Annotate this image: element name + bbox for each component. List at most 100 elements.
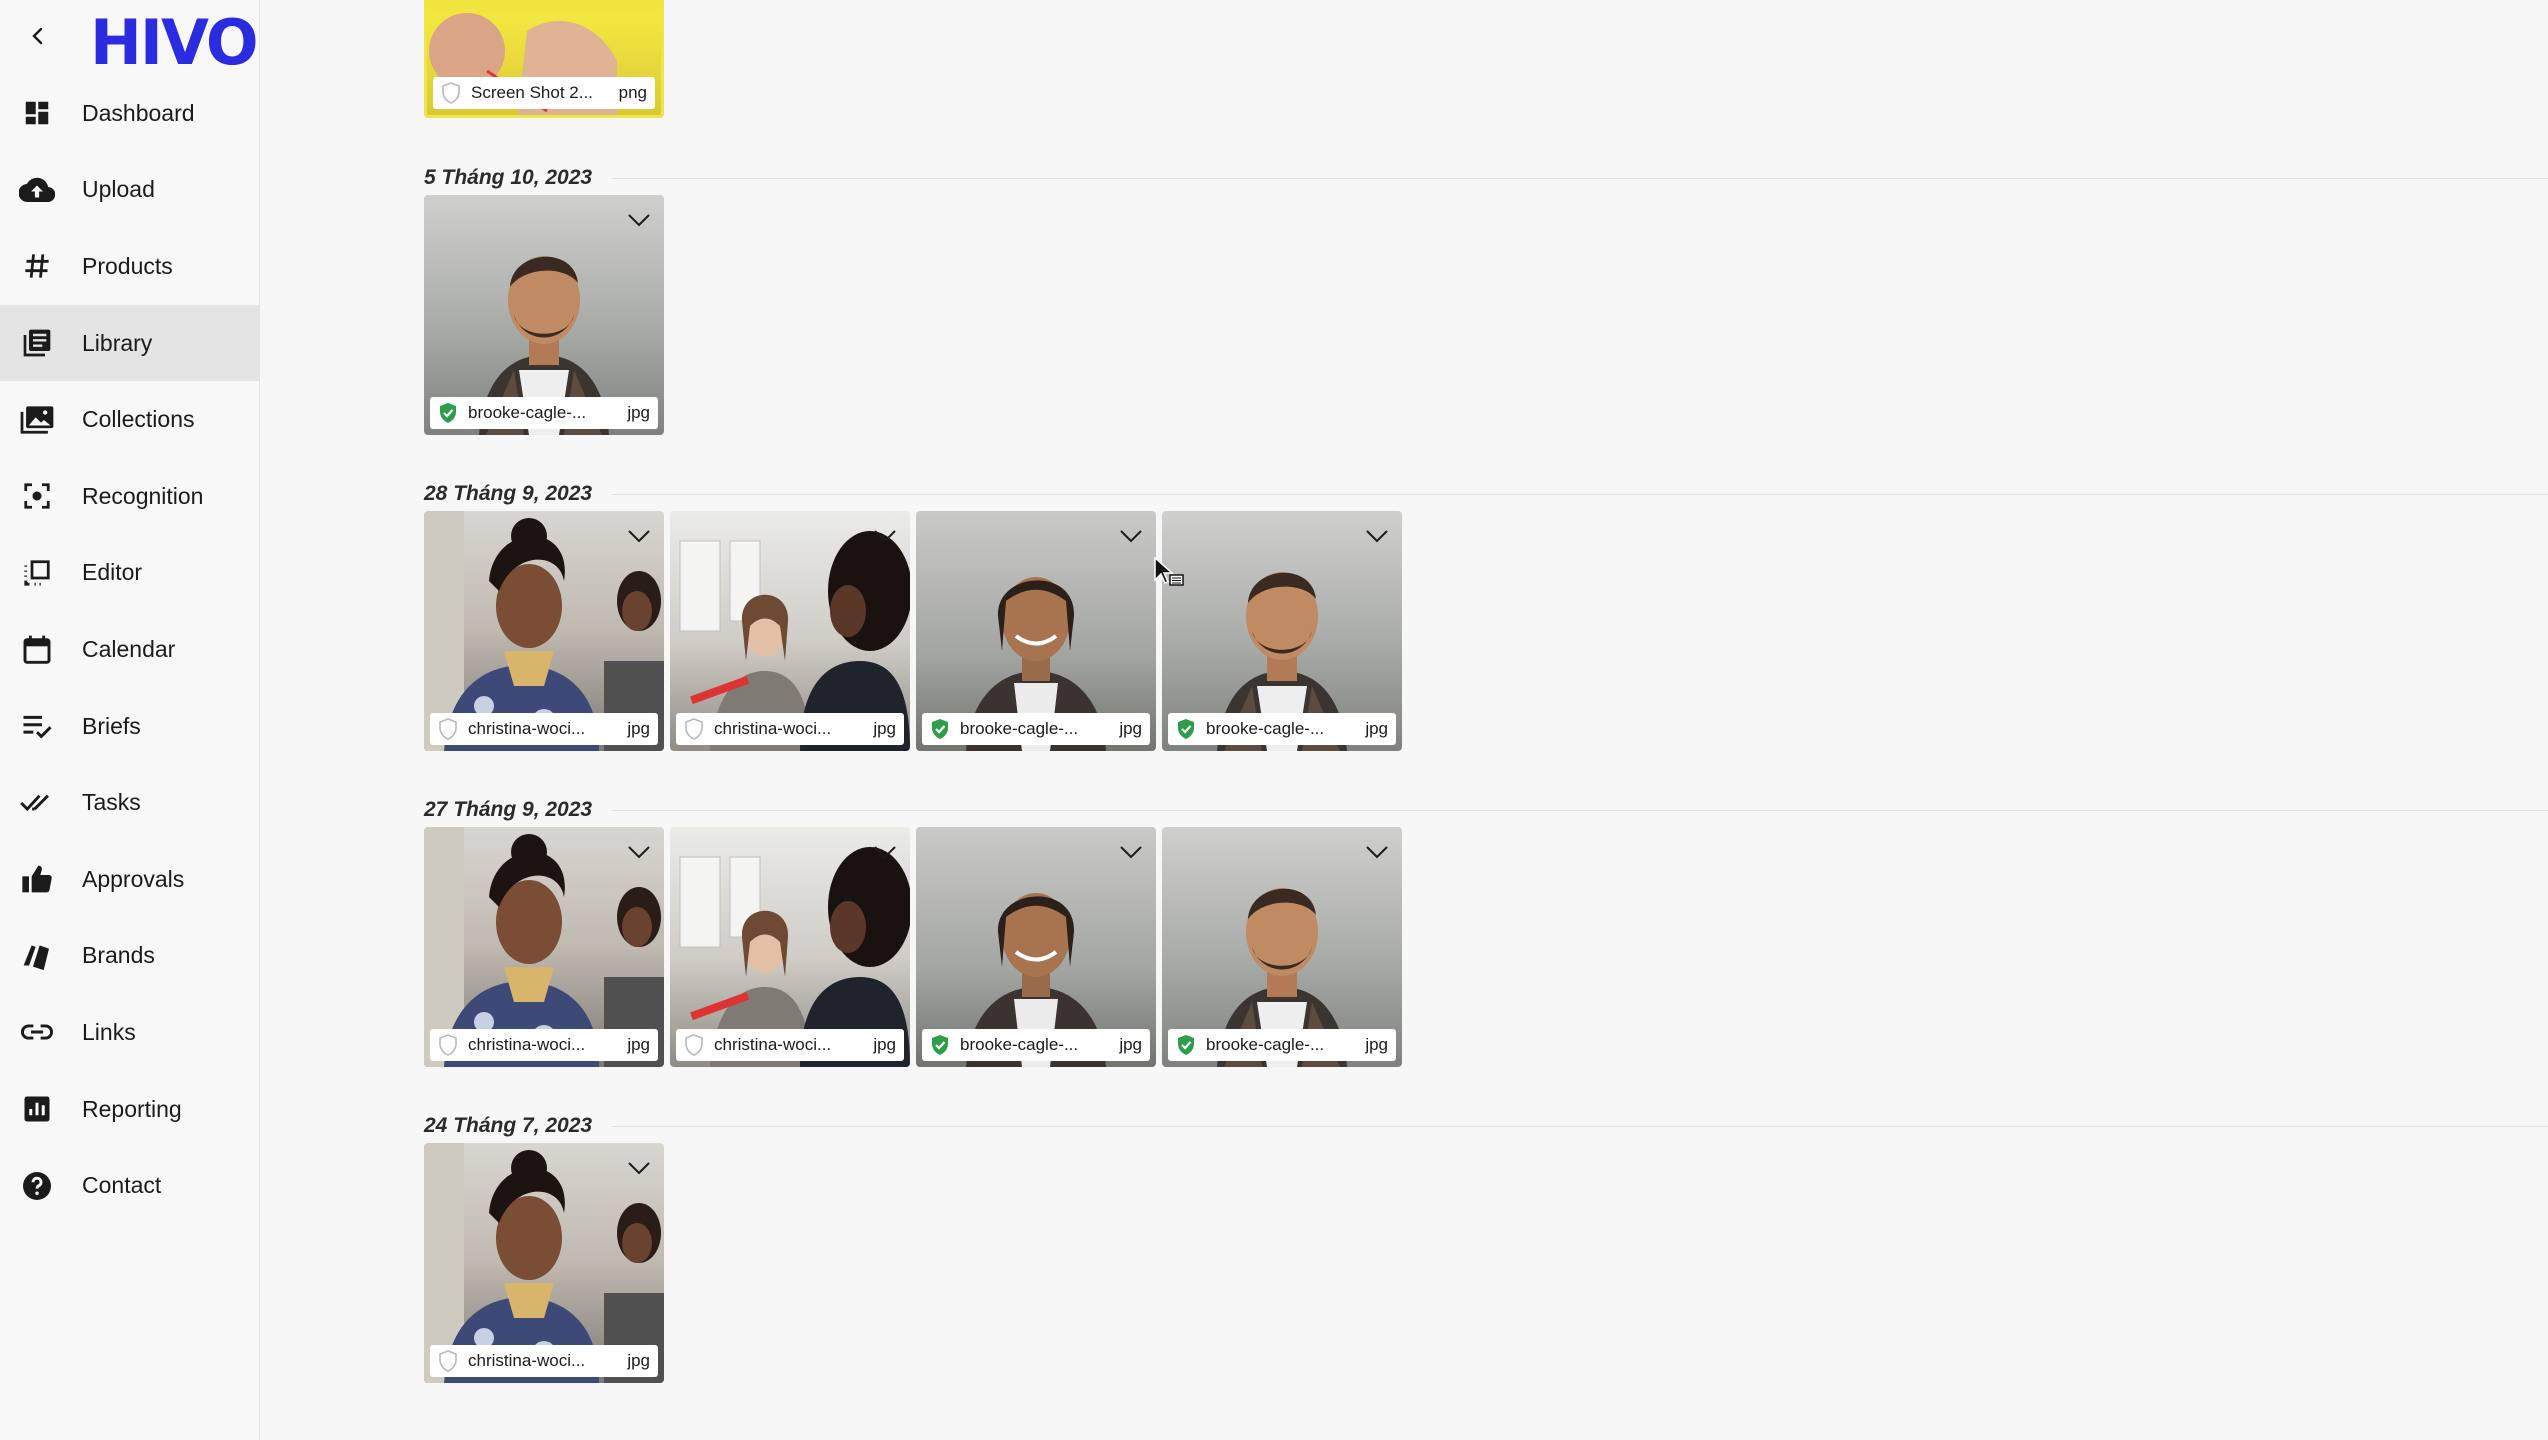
- sidebar-item-recognition[interactable]: Recognition: [0, 458, 260, 535]
- reporting-icon: [18, 1090, 56, 1128]
- date-group-header: 28 Tháng 9, 2023: [424, 482, 2548, 506]
- link-icon: [18, 1013, 56, 1051]
- file-thumbnail[interactable]: brooke-cagle-... jpg: [1162, 511, 1402, 751]
- sidebar-item-contact[interactable]: Contact: [0, 1147, 260, 1224]
- sidebar-item-tasks[interactable]: Tasks: [0, 764, 260, 841]
- file-label: christina-woci... jpg: [676, 1029, 904, 1061]
- thumbnail-menu-button[interactable]: [870, 837, 900, 867]
- divider: [612, 493, 2548, 495]
- file-thumbnail[interactable]: christina-woci... jpg: [670, 827, 910, 1067]
- sidebar-item-label: Calendar: [82, 635, 176, 662]
- shield-check-icon: [440, 403, 456, 423]
- thumbnail-menu-button[interactable]: [870, 521, 900, 551]
- thumbnail-menu-button[interactable]: [624, 837, 654, 867]
- thumb-row: christina-woci... jpg: [424, 1143, 664, 1383]
- sidebar-nav: Dashboard Upload Products Library Collec…: [0, 75, 260, 1224]
- file-name: christina-woci...: [714, 719, 832, 738]
- chevron-down-icon: [1120, 530, 1142, 543]
- shield-check-icon: [932, 719, 948, 739]
- file-label: christina-woci... jpg: [430, 713, 658, 745]
- file-extension: jpg: [1365, 1035, 1388, 1054]
- sidebar-item-briefs[interactable]: Briefs: [0, 688, 260, 765]
- date-group-header: 27 Tháng 9, 2023: [424, 798, 2548, 822]
- sidebar-item-label: Library: [82, 329, 153, 356]
- file-thumbnail[interactable]: christina-woci... jpg: [424, 827, 664, 1067]
- file-extension: png: [618, 83, 647, 102]
- file-thumbnail[interactable]: brooke-cagle-... jpg: [424, 195, 664, 435]
- sidebar-item-calendar[interactable]: Calendar: [0, 611, 260, 688]
- sidebar-item-label: Contact: [82, 1172, 162, 1199]
- chevron-down-icon: [874, 530, 896, 543]
- sidebar-item-brands[interactable]: Brands: [0, 918, 260, 995]
- file-thumbnail[interactable]: brooke-cagle-... jpg: [1162, 827, 1402, 1067]
- file-thumbnail[interactable]: Screen Shot 2... png: [424, 0, 664, 118]
- help-icon: [18, 1167, 56, 1205]
- chevron-down-icon: [1366, 846, 1388, 859]
- sidebar-item-collections[interactable]: Collections: [0, 381, 260, 458]
- sidebar-item-products[interactable]: Products: [0, 228, 260, 305]
- file-thumbnail[interactable]: christina-woci... jpg: [424, 511, 664, 751]
- thumbs-up-icon: [18, 860, 56, 898]
- file-extension: jpg: [627, 719, 650, 738]
- briefs-icon: [18, 707, 56, 745]
- chevron-left-icon: [32, 27, 43, 45]
- tasks-icon: [18, 784, 56, 822]
- file-thumbnail[interactable]: christina-woci... jpg: [424, 1143, 664, 1383]
- thumb-row-top: Screen Shot 2... png: [424, 0, 664, 118]
- sidebar-item-editor[interactable]: Editor: [0, 535, 260, 612]
- date-group-title: 5 Tháng 10, 2023: [424, 166, 593, 189]
- thumbnail-menu-button[interactable]: [1362, 837, 1392, 867]
- sidebar-item-label: Recognition: [82, 482, 204, 509]
- library-icon: [18, 324, 56, 362]
- shield-check-icon: [1178, 1035, 1194, 1055]
- file-thumbnail[interactable]: christina-woci... jpg: [670, 511, 910, 751]
- chevron-down-icon: [874, 846, 896, 859]
- divider: [612, 177, 2548, 179]
- back-button[interactable]: [22, 20, 54, 52]
- thumbnail-menu-button[interactable]: [1116, 521, 1146, 551]
- sidebar-item-label: Links: [82, 1018, 136, 1045]
- chevron-down-icon: [628, 214, 650, 227]
- sidebar-item-label: Briefs: [82, 712, 141, 739]
- sidebar-item-approvals[interactable]: Approvals: [0, 841, 260, 918]
- mouse-cursor-icon: [1154, 556, 1184, 586]
- date-group-header: 5 Tháng 10, 2023: [424, 166, 2548, 190]
- sidebar-item-label: Brands: [82, 942, 155, 969]
- sidebar-item-label: Collections: [82, 406, 195, 433]
- sidebar-item-library[interactable]: Library: [0, 304, 260, 382]
- sidebar-item-dashboard[interactable]: Dashboard: [0, 75, 260, 152]
- thumbnail-menu-button[interactable]: [624, 521, 654, 551]
- thumbnail-menu-button[interactable]: [1362, 521, 1392, 551]
- chevron-down-icon: [628, 530, 650, 543]
- file-extension: jpg: [627, 403, 650, 422]
- sidebar-item-reporting[interactable]: Reporting: [0, 1071, 260, 1148]
- chevron-down-icon: [1120, 846, 1142, 859]
- date-group-title: 28 Tháng 9, 2023: [424, 482, 593, 505]
- thumbnail-menu-button[interactable]: [1116, 837, 1146, 867]
- divider: [612, 1125, 2548, 1127]
- file-thumbnail[interactable]: brooke-cagle-... jpg: [916, 511, 1156, 751]
- date-group-title: 24 Tháng 7, 2023: [424, 1114, 593, 1137]
- chevron-down-icon: [628, 1162, 650, 1175]
- sidebar-item-links[interactable]: Links: [0, 994, 260, 1071]
- collections-icon: [18, 401, 56, 439]
- sidebar: HIVO Dashboard Upload Products Library C…: [0, 0, 260, 1440]
- logo[interactable]: HIVO: [90, 6, 259, 79]
- file-label: brooke-cagle-... jpg: [922, 713, 1150, 745]
- shield-outline-icon: [439, 718, 457, 740]
- file-extension: jpg: [873, 1035, 896, 1054]
- file-name: brooke-cagle-...: [960, 719, 1079, 738]
- file-extension: jpg: [627, 1351, 650, 1370]
- thumbnail-menu-button[interactable]: [624, 1153, 654, 1183]
- file-name: brooke-cagle-...: [468, 403, 587, 422]
- brands-icon: [18, 937, 56, 975]
- calendar-icon: [18, 630, 56, 668]
- shield-outline-icon: [439, 1350, 457, 1372]
- file-label: brooke-cagle-... jpg: [1168, 713, 1396, 745]
- chevron-down-icon: [628, 846, 650, 859]
- app: HIVO Dashboard Upload Products Library C…: [0, 0, 2548, 1440]
- sidebar-item-label: Tasks: [82, 789, 141, 816]
- file-thumbnail[interactable]: brooke-cagle-... jpg: [916, 827, 1156, 1067]
- sidebar-item-upload[interactable]: Upload: [0, 152, 260, 229]
- thumbnail-menu-button[interactable]: [624, 205, 654, 235]
